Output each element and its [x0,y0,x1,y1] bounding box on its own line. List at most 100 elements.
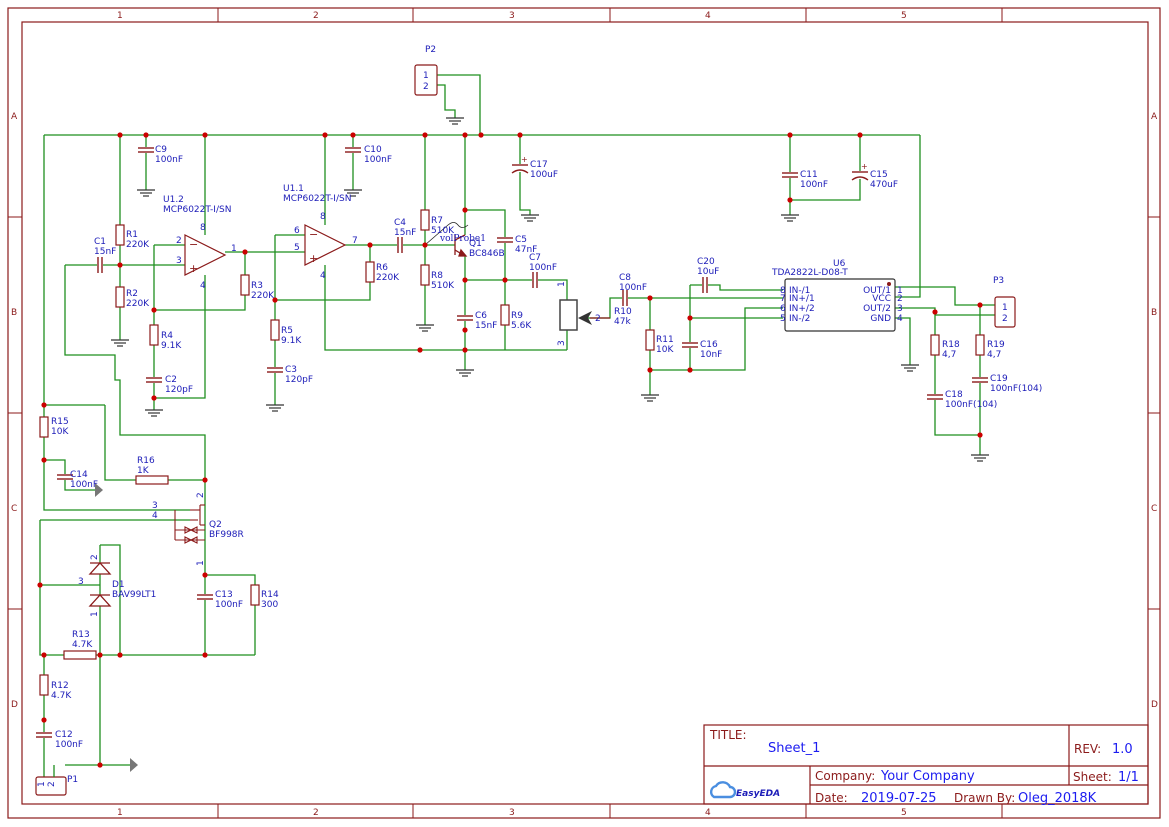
component-value: 100nF(104) [990,384,1042,394]
capacitor-symbol [927,394,943,400]
wire [437,74,481,135]
wire [324,265,567,351]
resistor-symbol [149,324,159,346]
pin-number: 3 [78,577,84,587]
component-value: 10uF [697,267,719,277]
component-ref: R3 [251,281,263,291]
logo-text: EasyEDA [736,789,780,799]
ground-icon [145,409,163,417]
capacitor-symbol [532,272,538,288]
pin-number: 4 [897,314,903,324]
connector-pin: 1 [1002,303,1008,313]
pin-number: 3 [152,501,158,511]
junction-dot [350,132,356,138]
pin-number: 5 [780,314,786,324]
component-ref: R18 [942,340,960,350]
resistor-symbol [39,674,49,696]
component-ref: C19 [990,374,1008,384]
component-value: 4,7 [987,350,1001,360]
component-value: 470uF [870,180,898,190]
resistor-symbol [420,209,430,231]
pin-number: 2 [196,492,206,498]
capacitor-symbol [138,147,154,153]
component-value: BAV99LT1 [112,590,156,600]
sheet-value: 1/1 [1118,770,1139,785]
component-value: BC846B [469,249,505,259]
component-value: BF998R [209,530,244,540]
resistor-symbol [645,329,655,351]
component-value: 100nF [215,600,243,610]
column-label: 5 [901,808,907,818]
component-ref: Q2 [209,520,222,530]
junction-dot [202,572,208,578]
junction-dot [647,367,653,373]
ic-pin-name: GND [870,314,891,324]
resistor-symbol [135,475,169,485]
connector-pin: 2 [1002,314,1008,324]
capacitor-symbol [972,377,988,383]
row-label: A [11,112,18,122]
component-value: 100nF [529,263,557,273]
junction-dot [202,652,208,658]
capacitor-symbol [782,172,798,178]
row-label: A [1151,112,1158,122]
resistor-symbol [930,334,940,356]
wire [895,317,911,365]
component-value: 120pF [285,375,313,385]
pin-number: 4 [152,511,158,521]
component-value: 9.1K [281,336,302,346]
capacitor-symbol [702,277,708,293]
ground-arrow-icon [130,758,138,772]
ic-pin-name: VCC [872,294,891,304]
component-ref: R15 [51,417,69,427]
junction-dot [41,402,47,408]
component-ref: R11 [656,335,674,345]
pin-number: 8 [320,212,326,222]
component-ref: D1 [112,580,125,590]
component-value: 100nF [55,740,83,750]
component-value: 4,7 [942,350,956,360]
drawn-by-label: Drawn By: [954,791,1015,805]
component-ref: C4 [394,218,406,228]
capacitor-symbol [497,237,513,243]
component-ref: C13 [215,590,233,600]
junction-dot [932,309,938,315]
ic-pin-name: OUT/2 [863,304,891,314]
component-ref: C9 [155,145,167,155]
junction-dot [97,762,103,768]
column-label: 4 [705,11,711,21]
ground-icon [641,394,659,402]
wire [437,84,456,118]
column-label: 1 [117,808,123,818]
component-ref: R19 [987,340,1005,350]
component-ref: C14 [70,470,88,480]
junction-dot [37,582,43,588]
component-value: 100nF [70,480,98,490]
junction-dot [462,277,468,283]
pin-number: 2 [176,236,182,246]
company-label: Company: [815,769,875,783]
wire [465,279,568,300]
pin-number: 4 [200,281,206,291]
plus-sign: + [189,262,198,275]
resistor-symbol [250,584,260,606]
ground-icon [416,324,434,332]
schematic-sheet: 1122334455A AB BC CD DTITLE:Sheet_1 REV: 1.0Co… [7,7,1161,819]
potentiometer-body [559,299,578,331]
junction-dot [462,132,468,138]
component-ref: U1.2 [163,195,184,205]
component-value: 4.7K [72,640,93,650]
pin-number: 1 [231,244,237,254]
component-value: 220K [376,273,400,283]
cloud-icon [709,781,737,799]
emitter-arrow [458,248,468,257]
junction-dot [462,327,468,333]
component-value: 100nF(104) [945,400,997,410]
component-value: 300 [261,600,278,610]
component-value: 100nF [619,283,647,293]
component-ref: C12 [55,730,73,740]
component-value: 10nF [700,350,722,360]
junction-dot [417,347,423,353]
column-label: 4 [705,808,711,818]
resistor-symbol [115,224,125,246]
